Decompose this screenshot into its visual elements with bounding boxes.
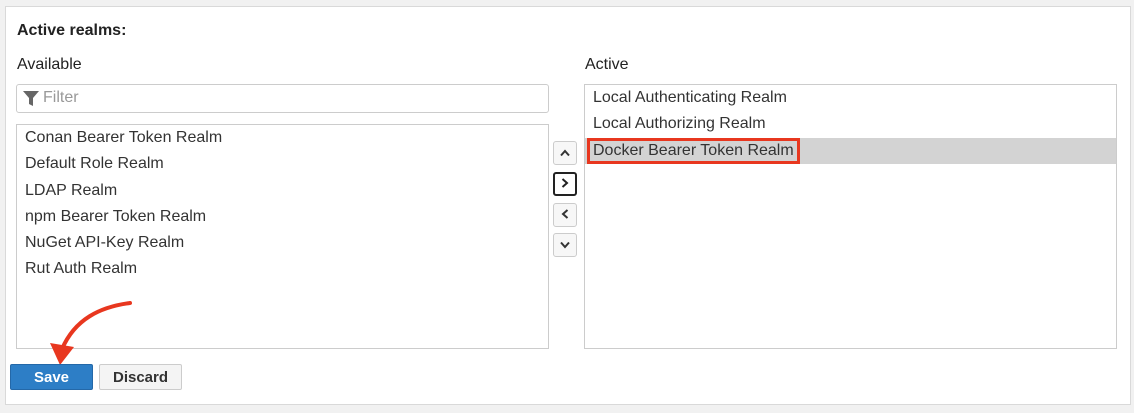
move-up-button[interactable] xyxy=(553,141,577,165)
move-right-button[interactable] xyxy=(553,172,577,196)
list-item[interactable]: NuGet API-Key Realm xyxy=(17,230,548,256)
save-button[interactable]: Save xyxy=(10,364,93,390)
list-item[interactable]: LDAP Realm xyxy=(17,178,548,204)
chevron-right-icon xyxy=(561,175,569,193)
list-item[interactable]: Default Role Realm xyxy=(17,151,548,177)
section-title: Active realms: xyxy=(17,22,127,39)
chevron-down-icon xyxy=(560,236,570,254)
chevron-up-icon xyxy=(560,144,570,162)
list-item[interactable]: Local Authenticating Realm xyxy=(585,85,1116,111)
move-down-button[interactable] xyxy=(553,233,577,257)
list-item-selected[interactable]: Docker Bearer Token Realm xyxy=(585,137,1116,164)
curved-arrow-icon xyxy=(40,297,135,372)
discard-button[interactable]: Discard xyxy=(99,364,182,390)
highlight-outline: Docker Bearer Token Realm xyxy=(587,137,800,164)
list-item[interactable]: npm Bearer Token Realm xyxy=(17,204,548,230)
list-item[interactable]: Conan Bearer Token Realm xyxy=(17,125,548,151)
active-list[interactable]: Local Authenticating Realm Local Authori… xyxy=(584,84,1117,349)
chevron-left-icon xyxy=(561,206,569,224)
move-left-button[interactable] xyxy=(553,203,577,227)
filter-icon xyxy=(23,91,39,112)
list-item[interactable]: Rut Auth Realm xyxy=(17,256,548,282)
active-label: Active xyxy=(585,56,629,73)
filter-input[interactable] xyxy=(43,86,538,109)
realms-panel: Active realms: Available Active Conan Be… xyxy=(5,6,1131,405)
list-item[interactable]: Local Authorizing Realm xyxy=(585,111,1116,137)
available-label: Available xyxy=(17,56,82,73)
filter-field[interactable] xyxy=(16,84,549,113)
